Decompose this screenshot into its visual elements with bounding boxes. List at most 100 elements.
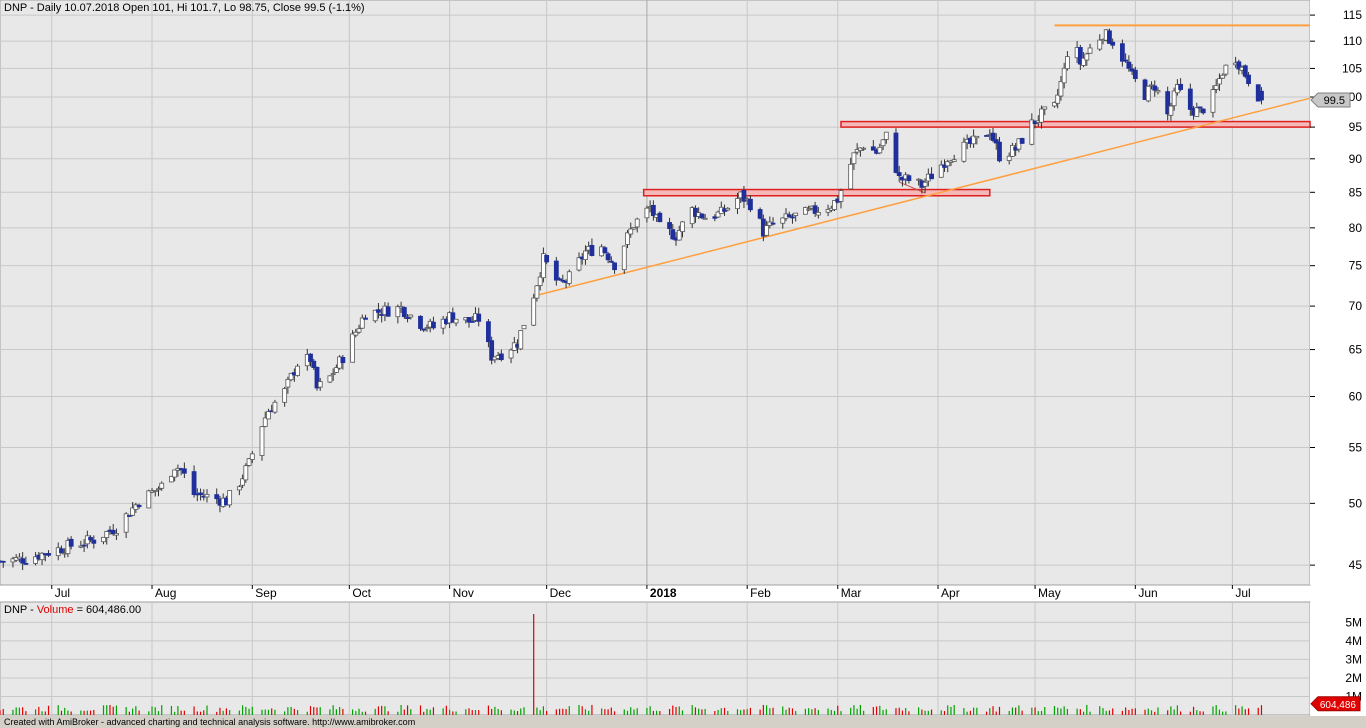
date-tick-label: Mar — [841, 586, 862, 600]
price-tick-label: 115 — [1343, 8, 1362, 22]
candle-up — [806, 208, 812, 211]
date-tick-label: Dec — [550, 586, 571, 600]
candle-up — [266, 411, 271, 420]
candle-up — [780, 217, 786, 224]
candle-up — [1155, 90, 1161, 93]
candle-down — [1178, 83, 1184, 90]
candle-up — [764, 225, 769, 236]
candle-down — [544, 254, 550, 263]
candle-up — [644, 207, 650, 219]
candle-down — [929, 173, 934, 180]
candle-up — [838, 190, 844, 202]
candle-up — [566, 271, 572, 284]
candle-down — [191, 471, 197, 495]
candle-down — [1126, 61, 1132, 69]
candle-up — [922, 181, 928, 187]
candle-down — [650, 204, 656, 217]
candle-up — [249, 453, 255, 460]
price-tick-label: 65 — [1349, 343, 1363, 357]
candle-up — [317, 381, 323, 388]
candle-up — [793, 212, 799, 216]
candle-up — [531, 297, 537, 326]
candle-up — [877, 146, 883, 154]
candle-up — [508, 349, 514, 359]
candle-down — [605, 253, 611, 261]
candle-up — [916, 178, 922, 181]
candle-down — [893, 132, 899, 173]
candle-down — [418, 315, 423, 329]
volume-pane-background — [0, 601, 1311, 716]
price-pane-background — [0, 0, 1311, 586]
candle-up — [848, 163, 854, 190]
price-tick-label: 60 — [1349, 389, 1363, 403]
candle-up — [735, 198, 740, 210]
candle-down — [340, 356, 346, 364]
candle-down — [1132, 69, 1138, 79]
candle-up — [521, 325, 527, 330]
candle-up — [951, 159, 957, 162]
candle-down — [385, 306, 391, 317]
candle-up — [1087, 47, 1093, 54]
candle-down — [486, 321, 491, 343]
candle-up — [152, 490, 158, 492]
price-tick-label: 55 — [1349, 440, 1363, 454]
candle-down — [431, 321, 436, 329]
candle-down — [1107, 30, 1112, 44]
candle-up — [327, 375, 333, 383]
price-tick-label: 95 — [1349, 120, 1363, 134]
price-tick-label: 90 — [1349, 152, 1363, 166]
candle-up — [576, 257, 582, 271]
candle-down — [1200, 108, 1206, 114]
price-tick-label: 105 — [1342, 61, 1362, 75]
candle-down — [589, 244, 595, 256]
candle-down — [68, 538, 74, 547]
candle-down — [1019, 138, 1025, 144]
volume-tick-label: 4M — [1345, 634, 1362, 648]
candle-down — [88, 537, 93, 541]
candle-up — [408, 314, 414, 318]
candle-down — [699, 213, 705, 219]
candle-up — [101, 536, 106, 543]
candle-down — [608, 260, 614, 263]
candle-up — [1084, 53, 1090, 61]
candle-down — [1119, 43, 1125, 62]
volume-title-suffix: = 604,486.00 — [73, 604, 142, 616]
volume-tick-label: 3M — [1345, 652, 1362, 666]
date-axis: Jul Aug Sep Oct Nov Dec 2018 Feb Mar Apr May Jun Jul — [51, 585, 1251, 600]
candle-down — [612, 262, 617, 271]
candle-up — [243, 465, 249, 481]
date-tick-label: Sep — [255, 586, 277, 600]
candle-up — [815, 212, 821, 216]
candle-up — [1006, 155, 1012, 161]
price-tick-label: 75 — [1349, 259, 1363, 273]
candle-down — [23, 562, 29, 565]
candle-down — [214, 494, 220, 500]
date-tick-label: Jun — [1138, 586, 1157, 600]
candle-up — [1097, 39, 1103, 50]
candle-up — [702, 217, 708, 220]
candle-up — [330, 373, 336, 376]
candle-down — [363, 317, 368, 320]
candle-up — [1220, 74, 1226, 79]
candle-down — [896, 172, 902, 177]
candle-up — [353, 331, 359, 336]
candle-up — [631, 227, 637, 230]
date-tick-label: Feb — [750, 586, 771, 600]
candle-down — [667, 222, 672, 229]
candle-up — [1213, 85, 1219, 90]
candle-down — [136, 504, 142, 508]
candle-down — [553, 260, 559, 281]
date-tick-label: Apr — [941, 586, 960, 600]
candle-up — [883, 131, 889, 140]
candle-down — [1123, 59, 1129, 62]
candle-up — [1058, 81, 1064, 97]
candle-up — [1171, 90, 1177, 107]
candle-up — [628, 228, 634, 235]
candle-down — [405, 317, 410, 319]
candle-up — [156, 488, 161, 491]
date-tick-label: 2018 — [650, 586, 677, 600]
candle-up — [680, 221, 685, 233]
candle-up — [583, 250, 588, 260]
candle-down — [906, 175, 912, 181]
candle-up — [350, 333, 355, 363]
